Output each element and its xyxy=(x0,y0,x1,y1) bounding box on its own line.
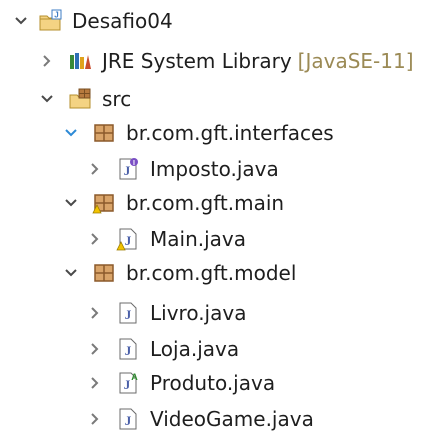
tree-item-package-interfaces[interactable]: br.com.gft.interfaces xyxy=(60,116,334,150)
chevron-right-icon[interactable] xyxy=(84,408,106,430)
chevron-right-icon[interactable] xyxy=(84,228,106,250)
tree-item-label: Imposto.java xyxy=(150,157,279,181)
source-folder-icon xyxy=(68,87,92,111)
svg-text:J: J xyxy=(125,233,132,248)
tree-item-file-produto[interactable]: J A Produto.java xyxy=(84,366,275,400)
svg-text:J: J xyxy=(54,11,58,20)
svg-text:J: J xyxy=(124,377,131,392)
package-warning-icon xyxy=(92,191,116,215)
chevron-right-icon[interactable] xyxy=(84,338,106,360)
chevron-down-icon[interactable] xyxy=(60,192,82,214)
tree-item-label: Livro.java xyxy=(150,301,247,325)
svg-text:J: J xyxy=(125,343,132,358)
java-interface-file-icon: J I xyxy=(116,157,140,181)
tree-item-file-videogame[interactable]: J VideoGame.java xyxy=(84,402,314,436)
chevron-right-icon[interactable] xyxy=(84,302,106,324)
tree-item-package-model[interactable]: br.com.gft.model xyxy=(60,256,296,290)
svg-text:J: J xyxy=(125,413,132,428)
svg-text:I: I xyxy=(133,160,135,167)
chevron-down-icon[interactable] xyxy=(60,122,82,144)
package-icon xyxy=(92,121,116,145)
java-project-icon: J xyxy=(38,9,62,33)
svg-text:A: A xyxy=(131,372,138,382)
svg-text:J: J xyxy=(125,307,132,322)
tree-item-file-loja[interactable]: J Loja.java xyxy=(84,332,239,366)
tree-item-label: Loja.java xyxy=(150,337,240,361)
chevron-down-icon[interactable] xyxy=(10,10,32,32)
tree-item-label: src xyxy=(102,87,132,111)
tree-item-label: Desafio04 xyxy=(72,9,173,33)
java-file-warning-icon: J xyxy=(116,227,140,251)
tree-item-package-main[interactable]: br.com.gft.main xyxy=(60,186,284,220)
java-file-icon: J xyxy=(116,407,140,431)
tree-item-file-imposto[interactable]: J I Imposto.java xyxy=(84,152,279,186)
tree-item-file-livro[interactable]: J Livro.java xyxy=(84,296,246,330)
tree-item-jre-library[interactable]: JRE System Library [JavaSE-11] xyxy=(36,44,414,78)
tree-item-label: br.com.gft.main xyxy=(126,191,285,215)
chevron-down-icon[interactable] xyxy=(36,88,58,110)
java-file-icon: J xyxy=(116,337,140,361)
library-decoration: [JavaSE-11] xyxy=(297,49,414,73)
java-abstract-file-icon: J A xyxy=(116,371,140,395)
tree-item-label: VideoGame.java xyxy=(150,407,314,431)
tree-item-label: br.com.gft.interfaces xyxy=(126,121,334,145)
java-file-icon: J xyxy=(116,301,140,325)
tree-item-project[interactable]: J Desafio04 xyxy=(10,4,173,38)
library-icon xyxy=(68,49,92,73)
tree-item-file-main[interactable]: J Main.java xyxy=(84,222,246,256)
tree-item-label: br.com.gft.model xyxy=(126,261,297,285)
chevron-right-icon[interactable] xyxy=(84,372,106,394)
chevron-right-icon[interactable] xyxy=(84,158,106,180)
tree-item-src[interactable]: src xyxy=(36,82,131,116)
tree-item-label: JRE System Library xyxy=(102,49,292,73)
svg-text:J: J xyxy=(124,163,131,178)
chevron-down-icon[interactable] xyxy=(60,262,82,284)
package-explorer-tree: J Desafio04 JRE System Library [JavaSE-1… xyxy=(0,0,432,438)
chevron-right-icon[interactable] xyxy=(36,50,58,72)
tree-item-label: Main.java xyxy=(150,227,247,251)
tree-item-label: Produto.java xyxy=(150,371,276,395)
package-icon xyxy=(92,261,116,285)
